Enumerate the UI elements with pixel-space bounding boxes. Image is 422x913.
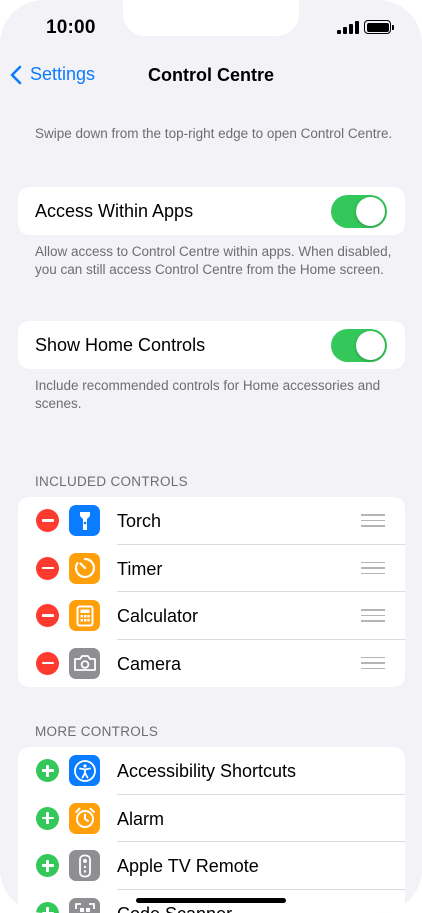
show-home-controls-footer: Include recommended controls for Home ac…	[35, 378, 381, 411]
control-label: Torch	[117, 511, 162, 531]
control-label: Accessibility Shortcuts	[117, 761, 297, 781]
remove-timer-button[interactable]	[36, 556, 59, 580]
included-controls-header: INCLUDED CONTROLS	[35, 474, 188, 489]
qr-icon	[69, 897, 100, 913]
calculator-icon	[69, 600, 100, 631]
more-control-row: Alarm	[18, 795, 405, 842]
control-label: Apple TV Remote	[117, 856, 259, 876]
control-label: Alarm	[117, 808, 165, 829]
remove-camera-button[interactable]	[36, 651, 59, 675]
reorder-handle-icon[interactable]	[361, 609, 385, 622]
show-home-controls-label: Show Home Controls	[35, 334, 206, 355]
remote-icon	[69, 850, 100, 881]
remove-torch-button[interactable]	[36, 509, 59, 532]
included-control-row: Torch	[18, 497, 405, 545]
intro-text: Swipe down from the top-right edge to op…	[35, 126, 393, 141]
more-control-row: Accessibility Shortcuts	[18, 747, 405, 795]
control-label: Timer	[117, 558, 163, 579]
included-control-row: Timer	[18, 545, 405, 592]
camera-icon	[69, 647, 100, 679]
add-apple-tv-remote-button[interactable]	[36, 854, 59, 877]
included-control-row: Calculator	[18, 592, 405, 640]
alarm-icon	[69, 802, 100, 834]
home-indicator[interactable]	[136, 898, 286, 903]
device-notch	[123, 0, 299, 36]
page-title: Control Centre	[148, 65, 274, 85]
show-home-controls-cell: Show Home Controls	[18, 321, 405, 369]
show-home-controls-toggle[interactable]	[331, 329, 387, 362]
torch-icon	[69, 505, 100, 536]
access-within-apps-cell: Access Within Apps	[18, 187, 405, 235]
phone-screen: 10:00 Settings Control Centre Swipe down…	[0, 0, 422, 913]
control-label: Camera	[117, 653, 182, 674]
included-controls-list: Torch Timer Calculator Camera	[18, 497, 405, 687]
access-within-apps-label: Access Within Apps	[35, 200, 194, 221]
status-time: 10:00	[46, 17, 96, 38]
add-accessibility-shortcuts-button[interactable]	[36, 759, 59, 782]
control-label: Calculator	[117, 606, 199, 626]
timer-icon	[69, 552, 100, 584]
access-within-apps-footer: Allow access to Control Centre within ap…	[35, 244, 392, 277]
control-label: Code Scanner	[117, 904, 232, 913]
cellular-signal-icon	[337, 21, 359, 34]
more-controls-list: Accessibility Shortcuts Alarm Apple TV R…	[18, 747, 405, 913]
reorder-handle-icon[interactable]	[361, 561, 385, 575]
more-control-row: Apple TV Remote	[18, 842, 405, 890]
included-control-row: Camera	[18, 640, 405, 688]
more-controls-header: MORE CONTROLS	[35, 724, 159, 739]
reorder-handle-icon[interactable]	[361, 656, 385, 670]
reorder-handle-icon[interactable]	[361, 514, 385, 527]
add-code-scanner-button[interactable]	[36, 901, 59, 913]
battery-icon	[364, 20, 394, 34]
add-alarm-button[interactable]	[36, 806, 59, 830]
navigation-bar: Settings Control Centre	[0, 56, 422, 96]
access-within-apps-toggle[interactable]	[331, 195, 387, 228]
remove-calculator-button[interactable]	[36, 604, 59, 627]
accessibility-icon	[69, 755, 100, 786]
